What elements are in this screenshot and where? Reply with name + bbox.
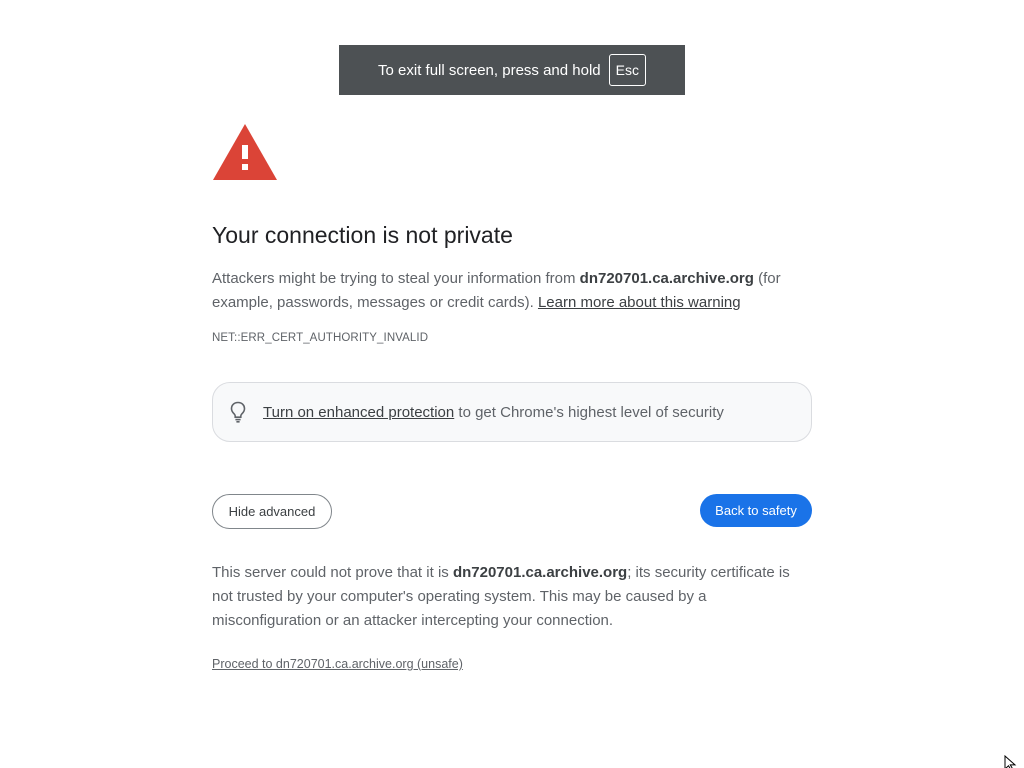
intro-prefix: Attackers might be trying to steal your … [212,270,580,287]
details-host-name: dn720701.ca.archive.org [452,564,628,581]
mouse-pointer-icon [1004,755,1017,768]
warning-triangle-icon [213,124,277,180]
interstitial-page: To exit full screen, press and hold Esc … [0,0,1024,768]
enhanced-protection-text: to get Chrome's highest level of securit… [454,403,724,421]
esc-key-badge: Esc [608,54,646,86]
advanced-details-text: This server could not prove that it is d… [212,561,812,633]
lightbulb-icon [230,401,246,423]
fullscreen-toast-message: To exit full screen, press and hold [378,61,601,79]
page-title: Your connection is not private [212,222,513,248]
warning-intro-text: Attackers might be trying to steal your … [212,267,812,315]
error-code: NET::ERR_CERT_AUTHORITY_INVALID [212,332,429,344]
hide-advanced-button[interactable]: Hide advanced [212,494,332,529]
proceed-unsafe-link[interactable]: Proceed to dn720701.ca.archive.org (unsa… [212,657,463,671]
fullscreen-exit-toast: To exit full screen, press and hold Esc [339,45,685,95]
host-name: dn720701.ca.archive.org [579,270,754,287]
learn-more-link[interactable]: Learn more about this warning [538,294,741,311]
back-to-safety-button[interactable]: Back to safety [700,494,812,527]
enhanced-protection-link[interactable]: Turn on enhanced protection [263,404,454,421]
details-prefix: This server could not prove that it is [212,564,453,581]
enhanced-protection-banner: Turn on enhanced protection to get Chrom… [212,382,812,442]
